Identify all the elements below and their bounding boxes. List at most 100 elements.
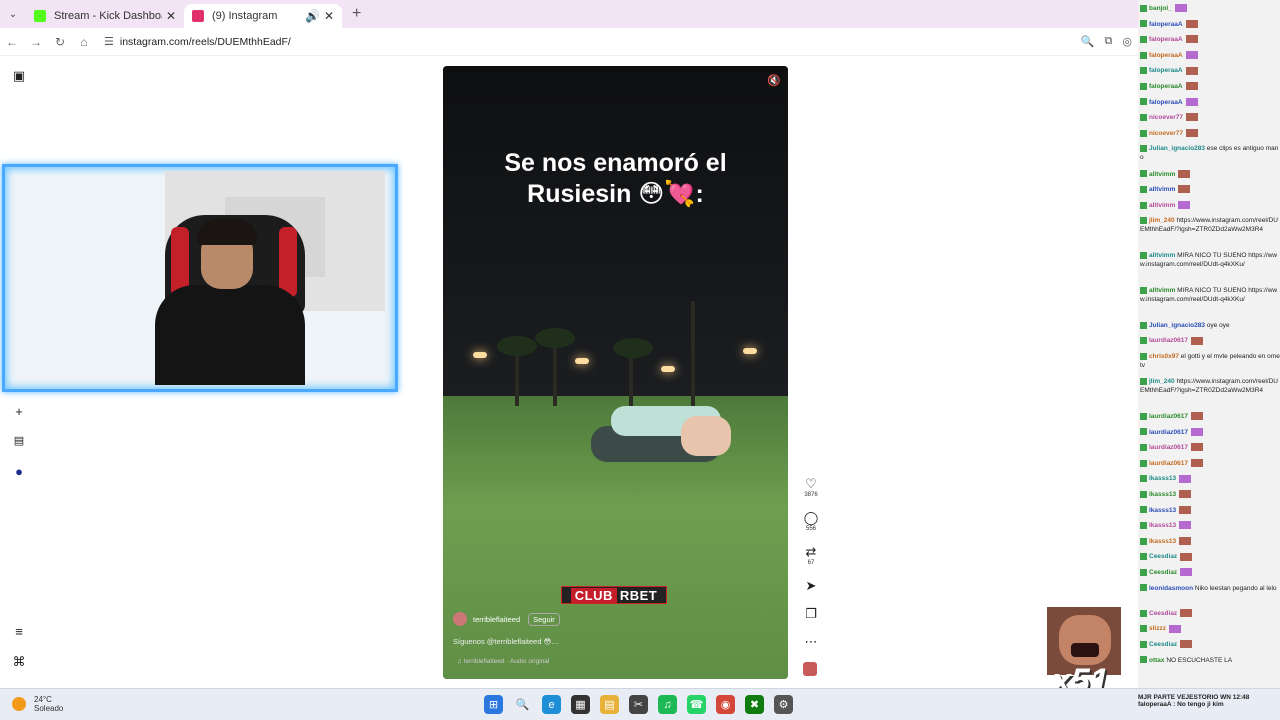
comment-icon[interactable]: ◯	[800, 510, 822, 526]
chat-username[interactable]: faloperaaA	[1149, 99, 1183, 106]
share-action[interactable]: ➤	[800, 578, 822, 594]
home-icon[interactable]: ⌂	[72, 35, 96, 49]
chat-username[interactable]: lkasss13	[1149, 538, 1176, 545]
chair-accent	[279, 227, 297, 297]
site-info-icon[interactable]: ☰	[104, 35, 114, 48]
more-menu-icon[interactable]: ≡	[8, 624, 30, 639]
chat-username[interactable]: faloperaaA	[1149, 36, 1183, 43]
author-name[interactable]: terribleflaiteed	[473, 615, 520, 624]
chat-username[interactable]: faloperaaA	[1149, 52, 1183, 59]
install-icon[interactable]: ⧉	[1105, 35, 1113, 48]
comment-action[interactable]: ◯ 556	[800, 510, 822, 532]
dashboard-icon[interactable]: ▤	[8, 434, 30, 447]
repost-icon[interactable]: ⇄	[800, 544, 822, 560]
weather-widget[interactable]: 24°C Soleado	[12, 695, 63, 713]
chat-username[interactable]: lkasss13	[1149, 522, 1176, 529]
chat-username[interactable]: laurdiaz0617	[1149, 429, 1188, 436]
heart-icon[interactable]: ♡	[800, 476, 822, 492]
chat-username[interactable]: faloperaaA	[1149, 83, 1183, 90]
chat-emote	[1179, 505, 1192, 514]
audio-playing-icon[interactable]: 🔊	[305, 9, 320, 23]
chat-username[interactable]: alltvimm	[1149, 186, 1175, 193]
chat-message: Ceesdiaz	[1140, 568, 1280, 577]
search-icon[interactable]: 🔍	[513, 695, 532, 714]
profile-avatar-icon[interactable]: ●	[8, 464, 30, 479]
spotify-icon[interactable]: ♫	[658, 695, 677, 714]
chat-username[interactable]: alltvimm	[1149, 252, 1175, 259]
reel-description[interactable]: Síguenos @terribleflaiteed 😳…	[453, 637, 559, 646]
xbox-icon[interactable]: ✖	[745, 695, 764, 714]
chat-username[interactable]: faloperaaA	[1149, 21, 1183, 28]
tab-instagram[interactable]: (9) Instagram 🔊 ✕	[184, 4, 342, 28]
follow-button[interactable]: Seguir	[528, 612, 560, 626]
reload-icon[interactable]: ↻	[48, 35, 72, 49]
chat-username[interactable]: jlim_240	[1149, 378, 1175, 385]
chat-username[interactable]: nicoever77	[1149, 130, 1183, 137]
chat-username[interactable]: Ceesdiaz	[1149, 641, 1177, 648]
bookmark-icon[interactable]: ❐	[800, 606, 822, 622]
instagram-logo-icon[interactable]: ▣	[8, 68, 30, 84]
author-avatar[interactable]	[453, 612, 467, 626]
chat-username[interactable]: Julian_ignacio283	[1149, 322, 1205, 329]
chat-username[interactable]: Ceesdiaz	[1149, 610, 1177, 617]
create-icon[interactable]: +	[8, 404, 30, 419]
save-action[interactable]: ❐	[800, 606, 822, 622]
chat-username[interactable]: faloperaaA	[1149, 67, 1183, 74]
chat-username[interactable]: Ceesdiaz	[1149, 569, 1177, 576]
chat-username[interactable]: lkasss13	[1149, 491, 1176, 498]
settings-icon[interactable]: ⚙	[774, 695, 793, 714]
chat-username[interactable]: laurdiaz0617	[1149, 444, 1188, 451]
streamer-hair	[197, 219, 257, 245]
more-icon[interactable]: ⋯	[800, 634, 822, 650]
reel-audio[interactable]: ♫ terribleflaiteed · Audio original	[457, 658, 549, 665]
chat-username[interactable]: laurdiaz0617	[1149, 337, 1188, 344]
chat-username[interactable]: laurdiaz0617	[1149, 413, 1188, 420]
chat-username[interactable]: alltvimm	[1149, 287, 1175, 294]
kick-favicon-icon	[34, 10, 46, 22]
zoom-icon[interactable]: 🔍	[1081, 35, 1095, 48]
meta-apps-icon[interactable]: ⌘	[8, 654, 30, 670]
chrome-icon[interactable]: ◉	[716, 695, 735, 714]
close-tab-icon[interactable]: ✕	[166, 9, 176, 23]
reel-video[interactable]: 🔇 Se nos enamoró el Rusiesin 😳💘: CLUB RB…	[443, 66, 788, 679]
send-icon[interactable]: ➤	[800, 578, 822, 594]
windows-start-icon[interactable]: ⊞	[484, 695, 503, 714]
url-field[interactable]: instagram.com/reels/DUEMthhEadF/	[120, 36, 291, 48]
edge-icon[interactable]: e	[542, 695, 561, 714]
chat-username[interactable]: lkasss13	[1149, 507, 1176, 514]
chat-username[interactable]: jlim_240	[1149, 217, 1175, 224]
snipping-tool-icon[interactable]: ✂	[629, 695, 648, 714]
chat-username[interactable]: alltvimm	[1149, 171, 1175, 178]
new-tab-button[interactable]: +	[352, 5, 361, 23]
chat-username[interactable]: nicoever77	[1149, 114, 1183, 121]
chat-username[interactable]: chris0x97	[1149, 353, 1179, 360]
chat-username[interactable]: leonidasmoon	[1149, 585, 1193, 592]
close-tab-icon[interactable]: ✕	[324, 9, 334, 23]
chat-username[interactable]: slizzz	[1149, 625, 1166, 632]
repost-action[interactable]: ⇄ 67	[800, 544, 822, 566]
tab-kick-dashboard[interactable]: Stream - Kick Dashboard ✕	[26, 4, 184, 28]
forward-icon[interactable]: →	[24, 35, 48, 49]
eye-off-icon[interactable]: ◎	[1122, 35, 1132, 48]
chat-username[interactable]: banjol_	[1149, 5, 1172, 12]
tab-list-dropdown-icon[interactable]: ⌄	[0, 0, 26, 28]
more-action[interactable]: ⋯	[800, 634, 822, 650]
streamer-body	[155, 285, 305, 385]
chat-emote	[1179, 537, 1192, 546]
chat-username[interactable]: lkasss13	[1149, 475, 1176, 482]
chat-username[interactable]: ottax	[1149, 657, 1165, 664]
audio-thumbnail[interactable]	[803, 662, 817, 676]
mute-icon[interactable]: 🔇	[767, 74, 781, 87]
chat-username[interactable]: laurdiaz0617	[1149, 460, 1188, 467]
store-icon[interactable]: ▦	[571, 695, 590, 714]
file-explorer-icon[interactable]: ▤	[600, 695, 619, 714]
chat-username[interactable]: Ceesdiaz	[1149, 553, 1177, 560]
back-icon[interactable]: ←	[0, 35, 24, 49]
like-action[interactable]: ♡ 3876	[800, 476, 822, 498]
whatsapp-icon[interactable]: ☎	[687, 695, 706, 714]
chat-username[interactable]: Julian_ignacio283	[1149, 145, 1205, 152]
chat-username[interactable]: alltvimm	[1149, 202, 1175, 209]
chat-badge-icon	[1140, 428, 1147, 436]
chat-message: slizzz	[1140, 624, 1280, 633]
chat-badge-icon	[1140, 475, 1147, 483]
